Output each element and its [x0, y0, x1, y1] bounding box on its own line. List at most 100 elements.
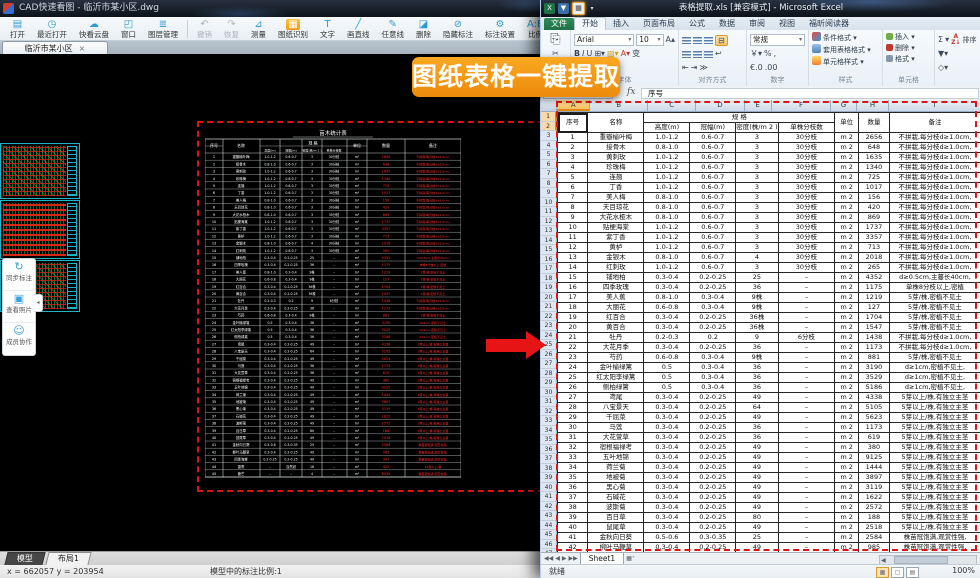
ribbon-tab-8[interactable]: 福昕阅读器 [802, 18, 856, 30]
cell[interactable]: 四季玫瑰 [588, 283, 644, 293]
cell[interactable]: 3119 [859, 483, 890, 493]
cell[interactable]: m 2 [835, 453, 859, 463]
cell[interactable]: 30分枝 [778, 163, 835, 173]
toolbar-text-button[interactable]: T文字 [314, 17, 341, 41]
cell[interactable]: 0.3-0.35 [690, 533, 736, 543]
scroll-left-icon[interactable]: ◀ [881, 557, 886, 564]
cell[interactable]: 36 [558, 483, 588, 493]
cell[interactable]: 不拼栽,每分枝d≥1.0cm, [889, 253, 980, 263]
cell[interactable]: 49 [736, 543, 778, 553]
cell[interactable]: 0.3-0.4 [644, 413, 690, 423]
cell[interactable]: 0.8-1.0 [644, 253, 690, 263]
row-header-6[interactable]: 6 [541, 160, 557, 170]
cell[interactable]: 0.3-0.4 [644, 313, 690, 323]
cell[interactable]: 5芽以上/株,有独立主茎 [889, 393, 980, 403]
cell[interactable]: 725 [859, 173, 890, 183]
row-header-46[interactable]: 46 [541, 540, 557, 550]
cell[interactable]: 49 [736, 503, 778, 513]
cell[interactable]: 41 [558, 533, 588, 543]
cell[interactable]: 0.3-0.4 [644, 423, 690, 433]
cell[interactable]: 713 [859, 243, 890, 253]
cell[interactable]: – [778, 283, 835, 293]
cell[interactable]: m 2 [835, 173, 859, 183]
cell[interactable]: 19 [558, 313, 588, 323]
cell[interactable]: 5芽以上/株,有独立主茎 [889, 503, 980, 513]
cell[interactable]: 0.5 [644, 363, 690, 373]
toolbar-draw-line-button[interactable]: ╱画直线 [341, 17, 376, 41]
cell[interactable]: 40 [558, 523, 588, 533]
percent-icon[interactable]: % [764, 49, 772, 59]
row-header-22[interactable]: 22 [541, 312, 557, 322]
cell[interactable]: 5芽以上/株,有独立主茎 [889, 473, 980, 483]
cell[interactable]: 36 [736, 423, 778, 433]
cell[interactable]: m 2 [835, 503, 859, 513]
row-header-5[interactable]: 5 [541, 150, 557, 160]
align-left-icon[interactable] [682, 51, 691, 58]
row-header-16[interactable]: 16 [541, 255, 557, 265]
cell[interactable]: 33 [558, 453, 588, 463]
cell[interactable]: 4352 [859, 273, 890, 283]
cell[interactable]: 37 [558, 493, 588, 503]
cell[interactable]: – [778, 433, 835, 443]
cell[interactable]: 接骨木 [588, 143, 644, 153]
cell[interactable]: 6 [558, 183, 588, 193]
cell[interactable]: 大花萱草 [588, 433, 644, 443]
cell[interactable]: 天目琼花 [588, 203, 644, 213]
cell[interactable]: 0.6-0.7 [690, 203, 736, 213]
cell[interactable]: 9 [558, 213, 588, 223]
cell[interactable]: 3 [736, 173, 778, 183]
cell[interactable]: 0.2-0.25 [690, 393, 736, 403]
cell[interactable]: 0.2-0.25 [690, 483, 736, 493]
cell[interactable]: 0.2-0.25 [690, 283, 736, 293]
cell[interactable]: 1622 [859, 493, 890, 503]
cell[interactable]: 1175 [859, 283, 890, 293]
cell[interactable]: 五叶地锦 [588, 453, 644, 463]
cell[interactable]: 38 [558, 503, 588, 513]
row-header-19[interactable]: 19 [541, 283, 557, 293]
cell[interactable]: 49 [736, 523, 778, 533]
cell[interactable]: 1.0-1.2 [644, 183, 690, 193]
insert-sheet-icon[interactable]: ▦⁺ [626, 555, 635, 562]
conditional-format-button[interactable]: 条件格式 ▾ [812, 32, 879, 44]
cell[interactable]: 36 [736, 343, 778, 353]
cell[interactable]: 9 [736, 333, 778, 343]
cell[interactable]: 美人蕉 [588, 293, 644, 303]
cell[interactable]: 3357 [859, 233, 890, 243]
cell[interactable]: 3 [736, 163, 778, 173]
cell[interactable]: 14 [558, 263, 588, 273]
clear-icon[interactable]: ◇▾ [938, 63, 948, 73]
cell[interactable]: 30分枝 [778, 133, 835, 143]
cell[interactable]: m 2 [835, 393, 859, 403]
cell[interactable]: – [778, 383, 835, 393]
cell[interactable]: m 2 [835, 313, 859, 323]
cell[interactable]: – [778, 483, 835, 493]
cell[interactable]: 1 [558, 133, 588, 143]
row-header-36[interactable]: 36 [541, 445, 557, 455]
sheet-tab-sheet1[interactable]: Sheet1 [580, 553, 624, 565]
cell[interactable]: 0.2-0.25 [690, 343, 736, 353]
page-layout-view-icon[interactable]: ▢ [891, 567, 904, 578]
cell[interactable]: 黑心菊 [588, 483, 644, 493]
ribbon-tab-5[interactable]: 数据 [712, 18, 742, 30]
cell[interactable]: 3 [736, 153, 778, 163]
cell[interactable]: 0.2-0.25 [690, 313, 736, 323]
cell[interactable]: m 2 [835, 323, 859, 333]
cell[interactable]: – [778, 393, 835, 403]
cell[interactable]: 11 [558, 233, 588, 243]
cell[interactable]: 不拼栽,每分枝d≥1.0cm, [889, 183, 980, 193]
cell[interactable]: 八宝景天 [588, 403, 644, 413]
first-sheet-icon[interactable]: ◀◀ [544, 555, 553, 562]
cell[interactable]: 0.8-1.0 [644, 213, 690, 223]
cell[interactable]: 丁香 [588, 183, 644, 193]
cell[interactable]: 0.3-0.4 [644, 543, 690, 553]
cell[interactable]: 49 [736, 393, 778, 403]
cell[interactable]: 大丽花 [588, 303, 644, 313]
cell[interactable]: m 2 [835, 163, 859, 173]
cell[interactable]: m 2 [835, 493, 859, 503]
cell[interactable]: m 2 [835, 433, 859, 443]
cell[interactable]: 地被菊 [588, 473, 644, 483]
cell[interactable]: 0.3-0.4 [644, 403, 690, 413]
cell[interactable]: 波斯菊 [588, 503, 644, 513]
cell[interactable]: – [778, 293, 835, 303]
column-header-C[interactable]: C [648, 100, 696, 111]
